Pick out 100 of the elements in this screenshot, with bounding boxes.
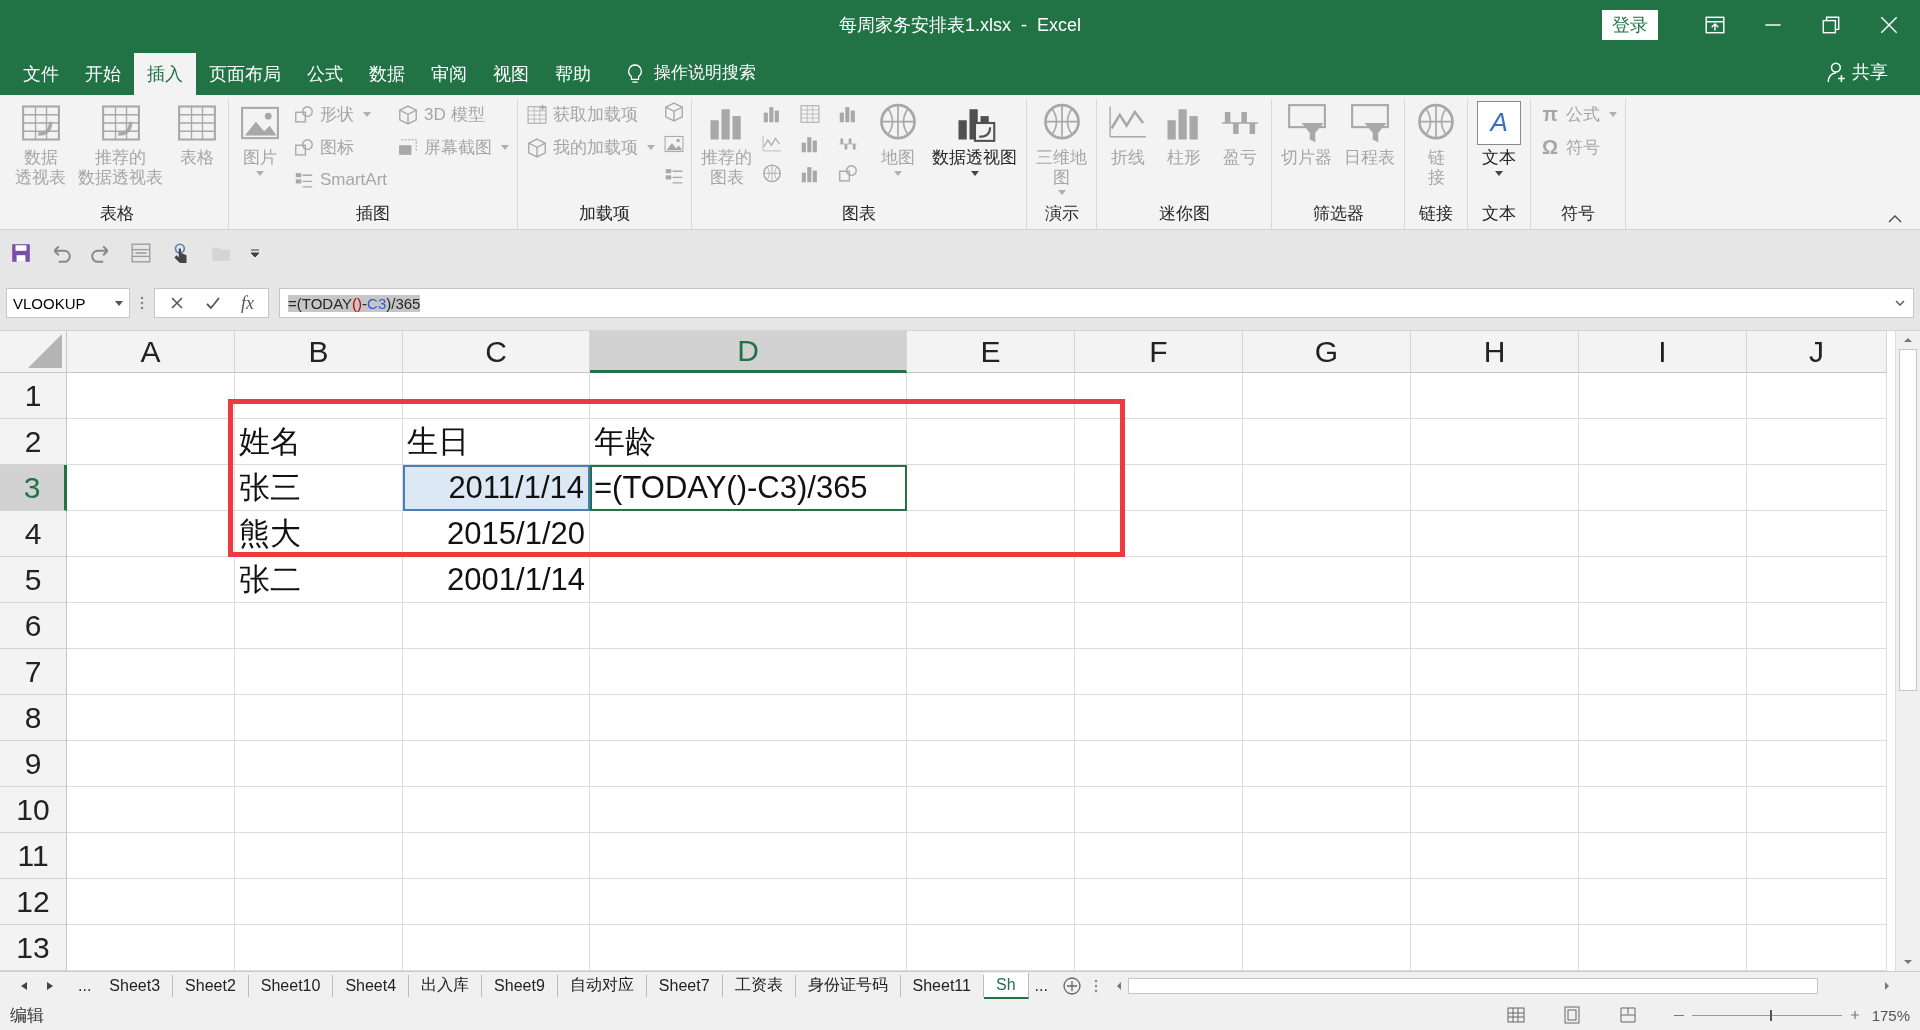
row-header[interactable]: 7 (0, 649, 67, 695)
sheet-tab[interactable]: 出入库 (409, 974, 483, 997)
row-header[interactable]: 2 (0, 419, 67, 465)
column-header[interactable]: G (1243, 331, 1411, 373)
row-header[interactable]: 9 (0, 741, 67, 787)
lightbulb-icon[interactable] (626, 63, 644, 85)
save-icon[interactable] (10, 242, 32, 264)
row-header[interactable]: 1 (0, 373, 67, 419)
person-icon (1826, 61, 1848, 83)
expand-icon[interactable] (1895, 300, 1905, 306)
text-box-icon: A (1477, 101, 1522, 145)
check-icon[interactable] (205, 295, 221, 311)
search-field[interactable]: 操作说明搜索 (654, 61, 756, 84)
page-layout-icon[interactable] (1561, 1005, 1582, 1025)
group-label: 文本 (1482, 203, 1517, 225)
table-icon[interactable] (130, 242, 152, 264)
row-header[interactable]: 10 (0, 787, 67, 833)
ribbon-tab[interactable]: 视图 (480, 53, 542, 95)
column-header[interactable]: H (1411, 331, 1579, 373)
ribbon-tab[interactable]: 开始 (72, 53, 134, 95)
sheet-tab[interactable]: Sheet7 (646, 974, 723, 997)
zoom-level[interactable]: 175% (1871, 1006, 1910, 1024)
collapse-icon[interactable] (1888, 215, 1902, 223)
row-header[interactable]: 5 (0, 557, 67, 603)
ribbon-tab[interactable]: 审阅 (418, 53, 480, 95)
caret-icon (894, 170, 903, 176)
table-cell: 姓名 (235, 419, 403, 465)
table-icon (799, 103, 822, 125)
cancel-icon[interactable] (169, 295, 185, 311)
group-label: 筛选器 (1312, 203, 1364, 225)
add-sheet-icon[interactable] (1061, 975, 1082, 996)
sheet-tab[interactable]: Sheet2 (173, 974, 249, 997)
group-label: 链接 (1419, 203, 1454, 225)
sheet-tab[interactable]: 工资表 (722, 974, 796, 997)
column-header[interactable]: D (590, 331, 907, 373)
sign-in-button[interactable]: 登录 (1602, 9, 1658, 40)
group-label: 图表 (842, 203, 877, 225)
more-sheets-button[interactable]: ... (1028, 974, 1054, 997)
formula-field[interactable]: =(TODAY()-C3)/365 (279, 288, 1914, 318)
group-label: 表格 (100, 203, 134, 225)
ribbon-tab[interactable]: 公式 (294, 53, 356, 95)
scroll-down-icon[interactable] (1903, 959, 1913, 965)
column-header[interactable]: E (907, 331, 1075, 373)
sheet-tab[interactable]: Sheet4 (333, 974, 410, 997)
sheet-tab[interactable]: Sh (983, 972, 1029, 999)
group-label: 符号 (1561, 203, 1596, 225)
ribbon-tab[interactable]: 帮助 (542, 53, 604, 95)
row-header[interactable]: 3 (0, 465, 67, 511)
next-sheet-icon[interactable] (46, 980, 54, 991)
caret-icon (647, 145, 656, 150)
row-header[interactable]: 13 (0, 925, 67, 971)
ribbon-button[interactable]: A 文本 (1474, 99, 1525, 178)
ribbon-tab[interactable]: 页面布局 (196, 53, 294, 95)
shapes-icon (293, 103, 315, 126)
row-header[interactable]: 4 (0, 511, 67, 557)
column-header[interactable]: C (403, 331, 590, 373)
page-break-icon[interactable] (1617, 1005, 1638, 1025)
scroll-up-icon[interactable] (1903, 337, 1913, 343)
cube-icon (397, 103, 420, 126)
ribbon-tab[interactable]: 数据 (356, 53, 418, 95)
row-header[interactable]: 6 (0, 603, 67, 649)
share-button[interactable]: 共享 (1820, 59, 1894, 85)
row-header[interactable]: 8 (0, 695, 67, 741)
sheet-tab[interactable]: Sheet3 (97, 974, 174, 997)
table-cell: 张二 (235, 557, 403, 603)
sheet-tab[interactable]: 自动对应 (557, 974, 647, 997)
customize-icon[interactable] (250, 248, 260, 258)
column-header[interactable]: I (1579, 331, 1747, 373)
group-label: 演示 (1044, 203, 1079, 225)
previous-sheet-icon[interactable] (20, 980, 28, 991)
column-header[interactable]: F (1075, 331, 1243, 373)
group-label: 插图 (356, 203, 391, 225)
grid-plus-icon (526, 103, 549, 126)
corner-triangle-icon (28, 334, 62, 368)
more-sheets-button[interactable]: ... (72, 974, 98, 997)
row-header[interactable]: 12 (0, 879, 67, 925)
row-header[interactable]: 11 (0, 833, 67, 879)
sheet-tab[interactable]: Sheet11 (900, 974, 984, 997)
column-header[interactable]: A (67, 331, 235, 373)
shapes-icon (837, 163, 860, 185)
column-header[interactable]: J (1747, 331, 1887, 373)
table-cell: 2001/1/14 (403, 557, 590, 603)
sheet-tab[interactable]: Sheet9 (482, 974, 558, 997)
scroll-left-icon[interactable] (1115, 980, 1122, 991)
scroll-right-icon[interactable] (1884, 980, 1890, 991)
grid-view-icon[interactable] (1505, 1005, 1526, 1025)
zoom-in-icon[interactable] (1849, 1010, 1860, 1020)
ribbon-button[interactable]: 数据透视图 (929, 99, 1021, 178)
ribbon-tab[interactable]: 文件 (10, 53, 72, 95)
sheet-tab[interactable]: 身份证号码 (795, 974, 901, 997)
vertical-scrollbar[interactable] (1895, 331, 1920, 971)
insert-function-button[interactable]: fx (241, 292, 254, 314)
sheet-tab[interactable]: Sheet10 (248, 974, 334, 997)
ribbon-tab[interactable]: 插入 (134, 53, 196, 95)
line-chart-icon (761, 133, 784, 155)
table-cell: 2011/1/14 (403, 465, 590, 511)
name-box[interactable]: VLOOKUP (6, 288, 130, 318)
shapes-icon (293, 136, 315, 159)
cube-icon (526, 136, 549, 159)
column-header[interactable]: B (235, 331, 403, 373)
